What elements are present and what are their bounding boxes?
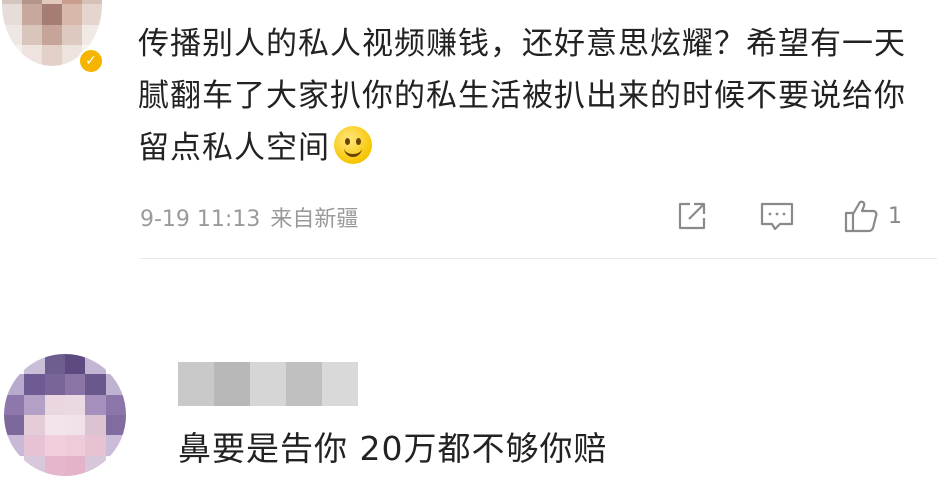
comment-icon (760, 202, 794, 231)
comment-location: 来自新疆 (270, 207, 359, 232)
like-button[interactable]: 1 (842, 196, 902, 236)
verified-badge-icon: ✓ (78, 48, 104, 74)
comment-text: 传播别人的私人视频赚钱，还好意思炫耀？希望有一天腻翻车了大家扒你的私生活被扒出来… (138, 26, 906, 166)
share-button[interactable] (674, 196, 710, 236)
smile-emoji-icon (334, 126, 372, 164)
reply-button[interactable] (758, 196, 796, 236)
thumbs-up-icon (844, 200, 878, 233)
comment-item: ✓ 传播别人的私人视频赚钱，还好意思炫耀？希望有一天腻翻车了大家扒你的私生活被扒… (0, 0, 947, 262)
share-icon (678, 202, 706, 230)
avatar[interactable] (4, 354, 126, 476)
comment-text: 鼻要是告你 20万都不够你赔 (178, 429, 608, 468)
username-blurred[interactable] (178, 362, 358, 406)
divider (140, 258, 937, 259)
comment-time: 9-19 11:13 (140, 207, 261, 232)
comment-item: 鼻要是告你 20万都不够你赔 (0, 262, 947, 488)
like-count: 1 (888, 203, 902, 229)
comment-meta: 9-19 11:13 来自新疆 (140, 201, 358, 233)
